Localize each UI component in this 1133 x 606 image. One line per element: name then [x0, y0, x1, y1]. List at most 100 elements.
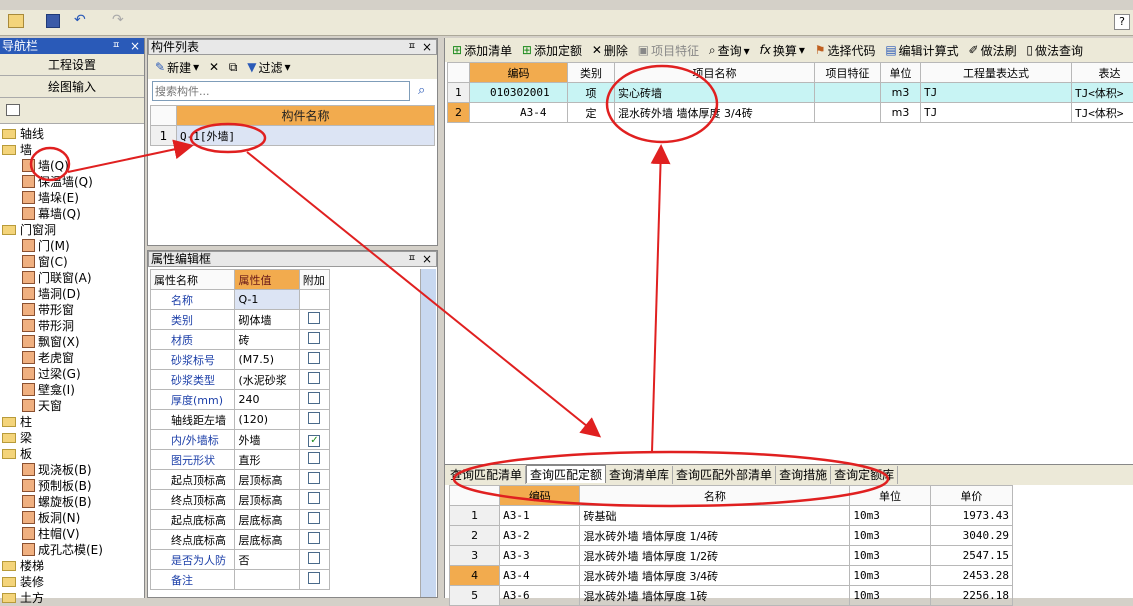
bottom-cell-code[interactable]: A3-4: [500, 566, 580, 586]
copy-icon[interactable]: ⧉: [226, 58, 241, 78]
grid-cell-unit[interactable]: m3: [881, 83, 921, 103]
prop-value[interactable]: 层顶标高: [235, 490, 299, 510]
prop-row[interactable]: 厚度(mm)240: [151, 390, 330, 410]
bottom-cell-code[interactable]: A3-2: [500, 526, 580, 546]
nav-tree-item[interactable]: 天窗: [2, 398, 144, 414]
tab-bottom-3[interactable]: 查询匹配外部清单: [673, 466, 776, 484]
bottom-col-header[interactable]: 编码: [500, 486, 580, 506]
brush-button[interactable]: ✐做法刷: [966, 40, 1020, 60]
pin-icon[interactable]: ㅍ: [408, 252, 416, 266]
tab-bottom-2[interactable]: 查询清单库: [606, 466, 673, 484]
undo-icon[interactable]: ↶: [74, 14, 90, 28]
prop-value[interactable]: 240: [235, 390, 299, 410]
folder-open-icon[interactable]: [8, 14, 24, 28]
table-row[interactable]: 5A3-6混水砖外墙 墙体厚度 1砖10m32256.18: [450, 586, 1013, 606]
prop-row[interactable]: 类别砌体墙: [151, 310, 330, 330]
tab-bottom-1[interactable]: 查询匹配定额: [526, 465, 606, 483]
prop-row[interactable]: 起点顶标高层顶标高: [151, 470, 330, 490]
prop-value[interactable]: 直形: [235, 450, 299, 470]
grid-cell-name[interactable]: 混水砖外墙 墙体厚度 3/4砖: [615, 103, 815, 123]
close-icon[interactable]: ×: [130, 38, 140, 54]
nav-tree-item[interactable]: 楼梯: [2, 558, 144, 574]
delete-button[interactable]: ✕删除: [589, 40, 631, 60]
properties-scrollbar[interactable]: [420, 269, 436, 598]
filter-button[interactable]: ▼过滤▾: [244, 57, 293, 77]
query-button[interactable]: ⌕查询▾: [706, 41, 753, 61]
grid-col-header[interactable]: 表达: [1072, 63, 1133, 83]
checkbox[interactable]: [308, 532, 320, 544]
tab-bottom-4[interactable]: 查询措施: [776, 466, 831, 484]
do-query-button[interactable]: ▯做法查询: [1023, 40, 1086, 60]
prop-row[interactable]: 砂浆标号(M7.5): [151, 350, 330, 370]
bottom-cell-name[interactable]: 砖基础: [580, 506, 850, 526]
bottom-cell-unit[interactable]: 10m3: [850, 546, 930, 566]
checkbox[interactable]: [308, 312, 320, 324]
prop-value[interactable]: (水泥砂浆: [235, 370, 299, 390]
nav-tree-item[interactable]: 飘窗(X): [2, 334, 144, 350]
nav-tree-item[interactable]: 墙: [2, 142, 144, 158]
save-icon[interactable]: [46, 14, 60, 28]
nav-tree-item[interactable]: 柱: [2, 414, 144, 430]
table-row[interactable]: 4A3-4混水砖外墙 墙体厚度 3/4砖10m32453.28: [450, 566, 1013, 586]
prop-row[interactable]: 砂浆类型(水泥砂浆: [151, 370, 330, 390]
new-button[interactable]: ✎新建▾: [152, 57, 202, 77]
component-name-cell[interactable]: Q-1[外墙]: [177, 126, 435, 146]
grid-col-header[interactable]: 类别: [568, 63, 615, 83]
edit-formula-button[interactable]: ▤编辑计算式: [882, 40, 961, 60]
grid-cell-feature[interactable]: [815, 103, 881, 123]
bottom-cell-price[interactable]: 2453.28: [930, 566, 1012, 586]
nav-tree-item[interactable]: 板洞(N): [2, 510, 144, 526]
prop-row[interactable]: 是否为人防否: [151, 550, 330, 570]
bottom-col-header[interactable]: 名称: [580, 486, 850, 506]
bottom-cell-unit[interactable]: 10m3: [850, 586, 930, 606]
nav-tree-item[interactable]: 装修: [2, 574, 144, 590]
nav-tree-item[interactable]: 预制板(B): [2, 478, 144, 494]
grid-cell-expr[interactable]: TJ: [921, 103, 1072, 123]
checkbox[interactable]: [308, 552, 320, 564]
prop-value[interactable]: 层底标高: [235, 510, 299, 530]
nav-tree-item[interactable]: 螺旋板(B): [2, 494, 144, 510]
grid-col-header[interactable]: 编码: [470, 63, 568, 83]
nav-tree-item[interactable]: 带形窗: [2, 302, 144, 318]
nav-tree-item[interactable]: 柱帽(V): [2, 526, 144, 542]
prop-value[interactable]: Q-1: [235, 290, 299, 310]
grid-cell-unit[interactable]: m3: [881, 103, 921, 123]
item-feature-button[interactable]: ▣项目特征: [635, 40, 702, 60]
checkbox[interactable]: [308, 372, 320, 384]
close-icon[interactable]: ×: [422, 252, 432, 266]
nav-tree-item[interactable]: 门(M): [2, 238, 144, 254]
nav-button-settings[interactable]: 工程设置: [0, 54, 144, 76]
help-icon[interactable]: ?: [1114, 14, 1130, 30]
prop-value[interactable]: (M7.5): [235, 350, 299, 370]
prop-value[interactable]: (120): [235, 410, 299, 430]
bottom-cell-unit[interactable]: 10m3: [850, 526, 930, 546]
table-row[interactable]: 1Q-1[外墙]: [151, 126, 435, 146]
nav-tree-item[interactable]: 墙洞(D): [2, 286, 144, 302]
checkbox[interactable]: [308, 412, 320, 424]
nav-tree-item[interactable]: 门窗洞: [2, 222, 144, 238]
component-search-input[interactable]: [152, 81, 410, 101]
bottom-col-header[interactable]: 单位: [850, 486, 930, 506]
nav-tree-item[interactable]: 门联窗(A): [2, 270, 144, 286]
prop-value[interactable]: 否: [235, 550, 299, 570]
checkbox[interactable]: [308, 492, 320, 504]
nav-tree-item[interactable]: 墙垛(E): [2, 190, 144, 206]
table-row[interactable]: 2A3-2混水砖外墙 墙体厚度 1/4砖10m33040.29: [450, 526, 1013, 546]
nav-tree-item[interactable]: 墙(Q): [2, 158, 144, 174]
prop-value[interactable]: [235, 570, 299, 590]
bottom-cell-unit[interactable]: 10m3: [850, 566, 930, 586]
checkbox[interactable]: [308, 392, 320, 404]
bottom-cell-name[interactable]: 混水砖外墙 墙体厚度 1/2砖: [580, 546, 850, 566]
prop-value[interactable]: 层顶标高: [235, 470, 299, 490]
nav-button-draw[interactable]: 绘图输入: [0, 76, 144, 98]
tab-bottom-5[interactable]: 查询定额库: [831, 466, 898, 484]
prop-value[interactable]: 外墙: [235, 430, 299, 450]
tab-bottom-0[interactable]: 查询匹配清单: [447, 466, 526, 484]
bottom-cell-code[interactable]: A3-6: [500, 586, 580, 606]
nav-tree-item[interactable]: 保温墙(Q): [2, 174, 144, 190]
close-icon[interactable]: ×: [422, 40, 432, 54]
bottom-col-header[interactable]: 单价: [930, 486, 1012, 506]
nav-tree-item[interactable]: 带形洞: [2, 318, 144, 334]
bottom-cell-code[interactable]: A3-3: [500, 546, 580, 566]
prop-row[interactable]: 起点底标高层底标高: [151, 510, 330, 530]
